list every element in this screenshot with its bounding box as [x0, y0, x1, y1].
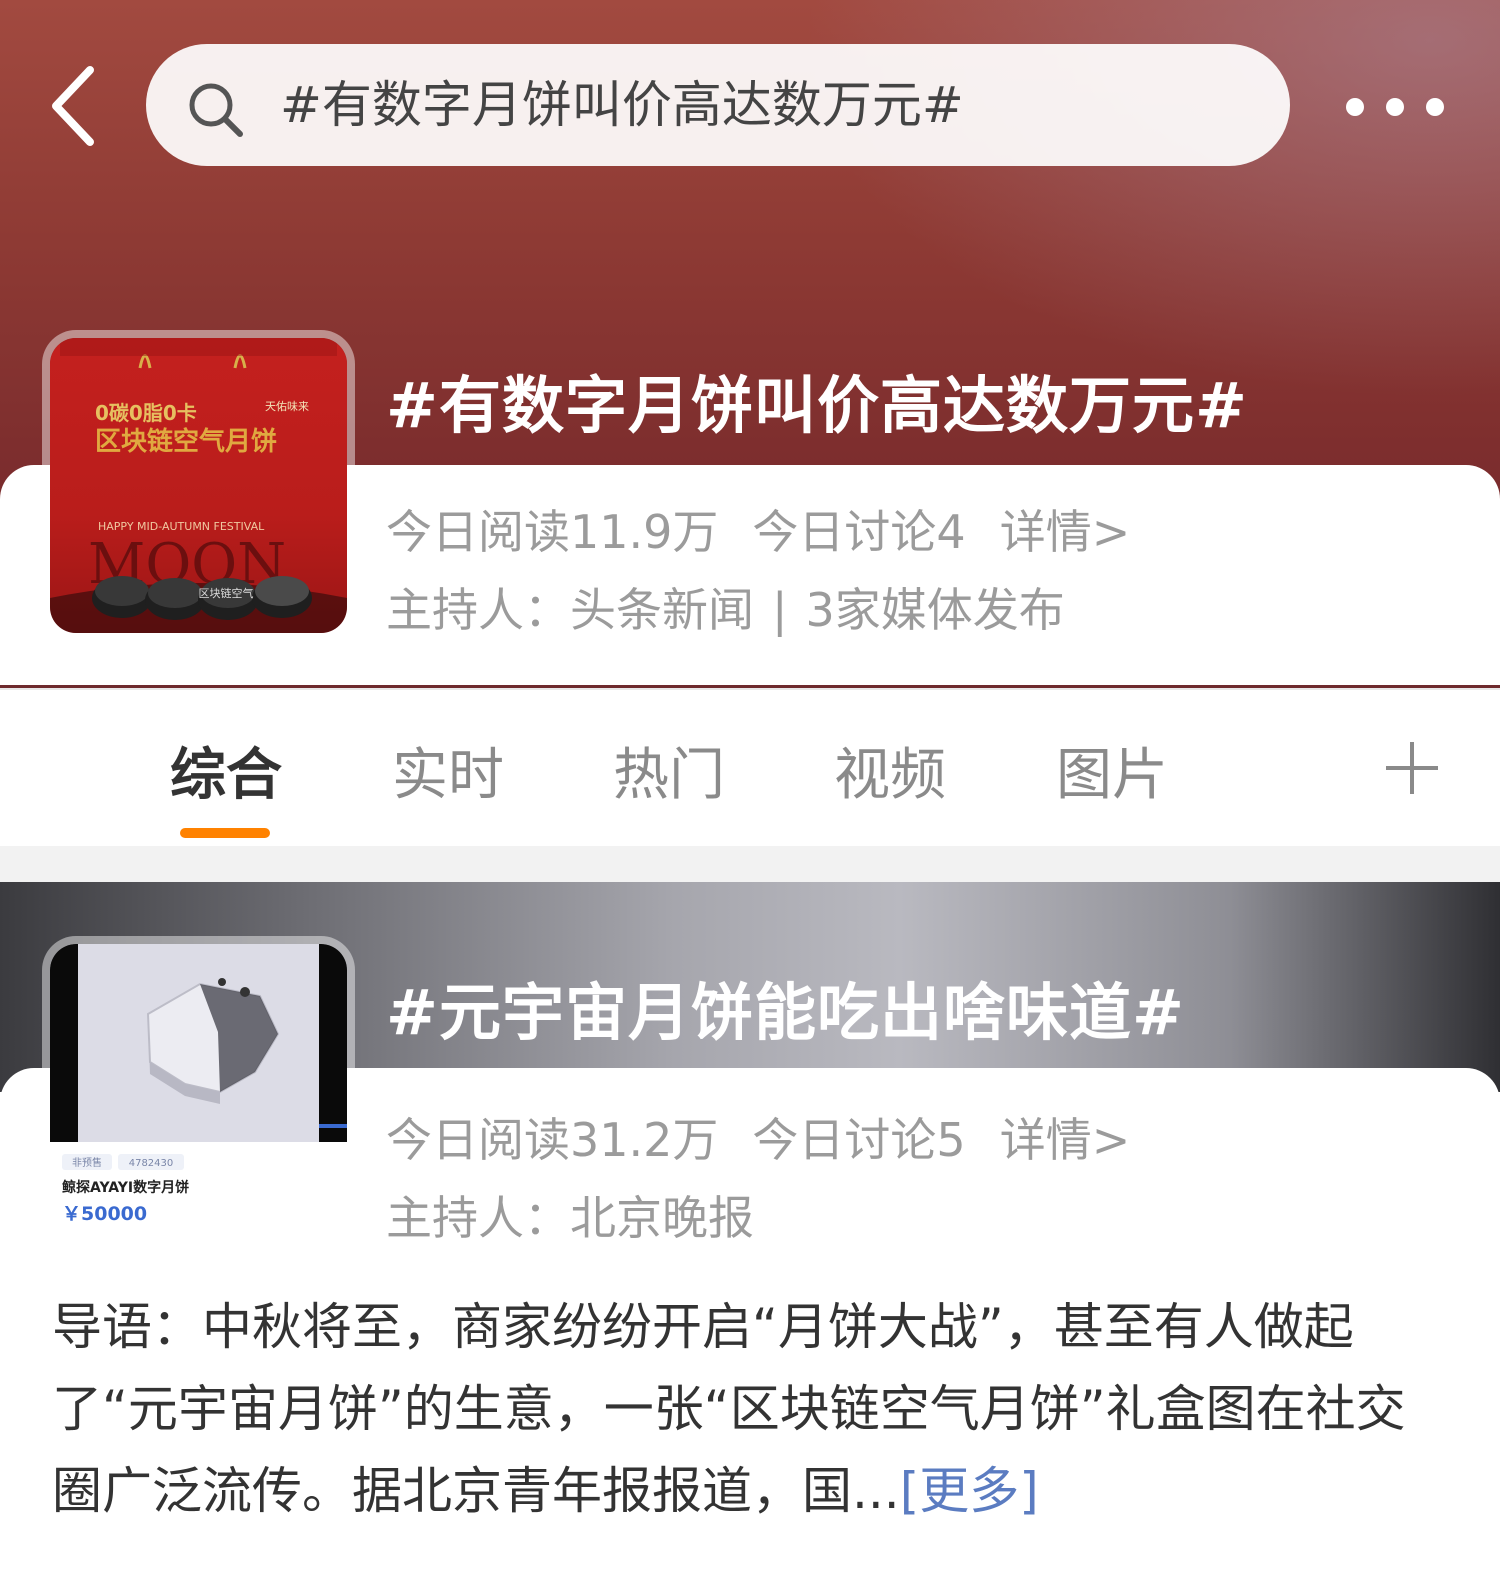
section-divider [0, 846, 1500, 882]
svg-text:4782430: 4782430 [129, 1158, 174, 1169]
search-bar[interactable]: #有数字月饼叫价高达数万元# [146, 44, 1290, 166]
today-discussions: 今日讨论4 [752, 505, 966, 559]
add-tab-plus-icon[interactable] [1386, 742, 1438, 794]
svg-text:￥50000: ￥50000 [62, 1203, 147, 1225]
svg-text:区块链空气: 区块链空气 [199, 586, 254, 600]
tab-video[interactable]: 视频 [834, 730, 946, 811]
media-count[interactable]: 3家媒体发布 [806, 583, 1065, 637]
dot-icon [1346, 98, 1364, 116]
tab-bar: 综合 实时 热门 视频 图片 [0, 688, 1500, 846]
search-icon [186, 80, 246, 144]
dot-icon [1426, 98, 1444, 116]
search-query[interactable]: #有数字月饼叫价高达数万元# [280, 44, 964, 166]
tab-pictures[interactable]: 图片 [1056, 730, 1168, 811]
svg-text:鲸探AYAYI数字月饼: 鲸探AYAYI数字月饼 [62, 1179, 189, 1196]
detail-link[interactable]: 详情> [1000, 1113, 1131, 1167]
tab-hot[interactable]: 热门 [613, 730, 725, 811]
dot-icon [1386, 98, 1404, 116]
more-link[interactable]: [更多] [900, 1462, 1039, 1520]
tab-comprehensive[interactable]: 综合 [170, 730, 282, 811]
topic-title: #有数字月饼叫价高达数万元# [386, 369, 1248, 442]
mooncake-box-image: 0碳0脂0卡 天佑味来 区块链空气月饼 HAPPY MID-AUTUMN FES… [50, 338, 347, 633]
digital-mooncake-image: 非预售 4782430 鲸探AYAYI数字月饼 ￥50000 [50, 944, 347, 1225]
topic-stats: 今日阅读11.9万 今日讨论4 详情> [386, 496, 1164, 562]
detail-link[interactable]: 详情> [1000, 505, 1131, 559]
today-reads: 今日阅读11.9万 [386, 505, 719, 559]
host-label: 主持人： [386, 1191, 570, 1245]
today-reads: 今日阅读31.2万 [386, 1113, 719, 1167]
intro-text: 导语：中秋将至，商家纷纷开启“月饼大战”，甚至有人做起了“元宇宙月饼”的生意，一… [52, 1298, 1406, 1520]
host-name[interactable]: 北京晚报 [570, 1191, 754, 1245]
active-tab-indicator [180, 828, 270, 838]
topic-thumbnail[interactable]: 非预售 4782430 鲸探AYAYI数字月饼 ￥50000 [50, 944, 347, 1236]
chevron-left-icon [52, 66, 94, 146]
back-button[interactable] [42, 62, 112, 152]
topic-host-line: 主持人：头条新闻 | 3家媒体发布 [386, 574, 1065, 640]
topic-intro: 导语：中秋将至，商家纷纷开启“月饼大战”，甚至有人做起了“元宇宙月饼”的生意，一… [52, 1286, 1412, 1532]
tab-realtime[interactable]: 实时 [392, 730, 504, 811]
svg-text:非预售: 非预售 [72, 1156, 102, 1169]
svg-text:0碳0脂0卡: 0碳0脂0卡 [95, 401, 197, 425]
host-label: 主持人： [386, 583, 570, 637]
svg-text:天佑味来: 天佑味来 [265, 399, 309, 413]
today-discussions: 今日讨论5 [752, 1113, 966, 1167]
separator: | [772, 583, 788, 637]
topic-host-line: 主持人：北京晚报 [386, 1182, 754, 1248]
svg-text:区块链空气月饼: 区块链空气月饼 [95, 426, 277, 457]
more-options-button[interactable] [1340, 88, 1450, 128]
topic-stats: 今日阅读31.2万 今日讨论5 详情> [386, 1104, 1164, 1170]
host-name[interactable]: 头条新闻 [570, 583, 754, 637]
topic-title: #元宇宙月饼能吃出啥味道# [386, 976, 1185, 1049]
topic-thumbnail[interactable]: 0碳0脂0卡 天佑味来 区块链空气月饼 HAPPY MID-AUTUMN FES… [50, 338, 347, 633]
